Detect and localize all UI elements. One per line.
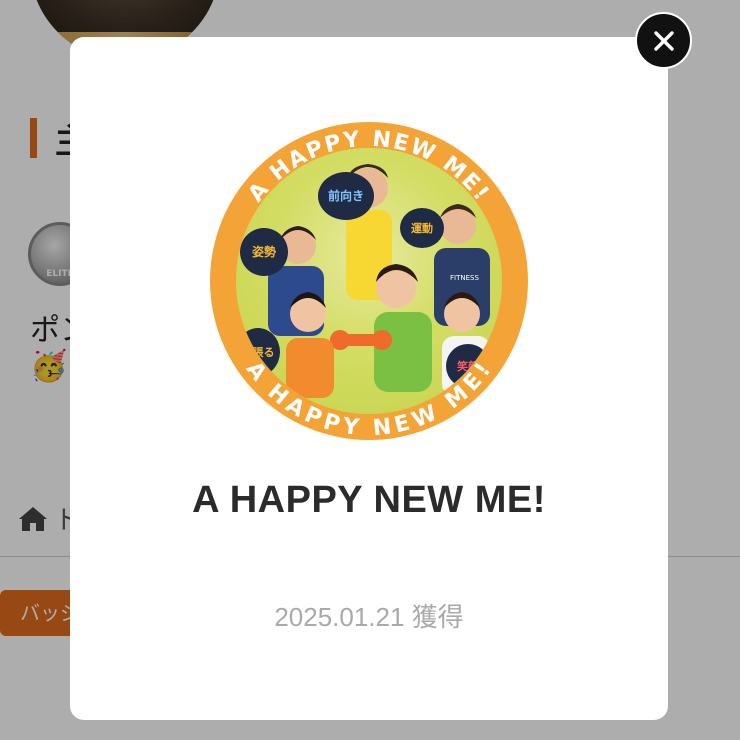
close-icon xyxy=(653,30,674,51)
ring-text-bottom: A HAPPY NEW ME! xyxy=(241,357,496,440)
badge-ring-text: A HAPPY NEW ME! A HAPPY NEW ME! xyxy=(241,127,498,440)
svg-text:A HAPPY NEW ME!: A HAPPY NEW ME! xyxy=(241,357,498,440)
earned-date: 2025.01.21 獲得 xyxy=(274,602,464,632)
badge-modal: FITNESS 前向き 姿勢 運動 笑顔 頑張る A HAPPY NEW ME!… xyxy=(70,37,668,720)
svg-text:A HAPPY NEW ME!: A HAPPY NEW ME! xyxy=(244,127,495,207)
close-button[interactable] xyxy=(635,12,692,69)
ring-text-top: A HAPPY NEW ME! xyxy=(244,127,493,207)
badge-title: A HAPPY NEW ME! xyxy=(192,479,546,521)
badge-image: FITNESS 前向き 姿勢 運動 笑顔 頑張る A HAPPY NEW ME!… xyxy=(210,122,528,440)
